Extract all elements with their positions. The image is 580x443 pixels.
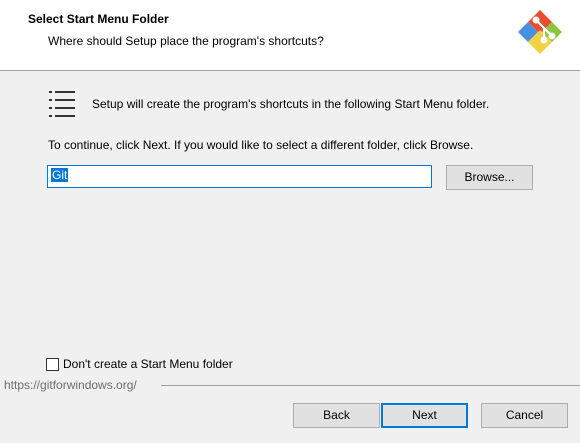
- browse-button[interactable]: Browse...: [446, 165, 533, 190]
- back-button[interactable]: Back: [293, 403, 380, 428]
- no-start-menu-checkbox[interactable]: [46, 357, 59, 371]
- continue-instructions: To continue, click Next. If you would li…: [48, 138, 474, 152]
- start-menu-folder-input[interactable]: Git: [47, 165, 432, 188]
- page-subtitle: Where should Setup place the program's s…: [48, 34, 324, 48]
- no-start-menu-option[interactable]: Don't create a Start Menu folder: [46, 357, 233, 371]
- next-button[interactable]: Next: [381, 403, 468, 428]
- wizard-header: Select Start Menu Folder Where should Se…: [0, 0, 580, 71]
- page-title: Select Start Menu Folder: [28, 12, 169, 26]
- list-icon: [49, 91, 75, 117]
- footer-divider: [161, 385, 580, 386]
- folder-input-value: Git: [51, 168, 69, 182]
- no-start-menu-label: Don't create a Start Menu folder: [63, 357, 233, 371]
- cancel-button[interactable]: Cancel: [481, 403, 568, 428]
- info-text: Setup will create the program's shortcut…: [92, 97, 490, 111]
- git-logo-icon: [518, 10, 562, 54]
- website-url: https://gitforwindows.org/: [4, 378, 137, 392]
